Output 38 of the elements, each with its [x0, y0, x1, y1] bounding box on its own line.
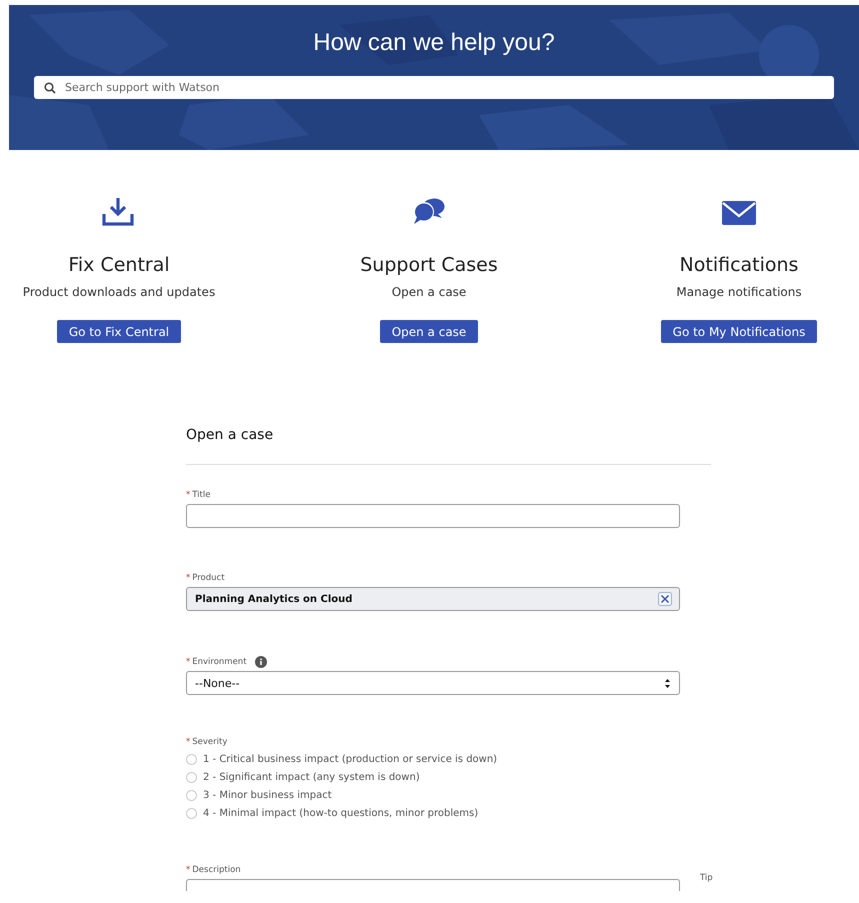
search-icon [44, 82, 56, 94]
card-title: Fix Central [68, 254, 170, 276]
radio-label: 3 - Minor business impact [203, 790, 332, 800]
card-title: Support Cases [360, 254, 498, 276]
required-mark: * [186, 490, 190, 500]
card-title: Notifications [680, 254, 798, 276]
sort-arrows-icon [664, 678, 671, 688]
radio-button[interactable] [186, 790, 197, 800]
field-label: Title [192, 490, 210, 500]
card-button[interactable]: Open a case [380, 320, 478, 343]
field-label: Product [192, 573, 225, 583]
card-button[interactable]: Go to Fix Central [56, 320, 182, 343]
product-field[interactable]: Planning Analytics on Cloud [186, 587, 680, 611]
radio-label: 4 - Minimal impact (how-to questions, minor problems) [203, 808, 478, 818]
card-button[interactable]: Go to My Notifications [660, 320, 818, 343]
required-mark: * [186, 865, 190, 875]
card-subtitle: Manage notifications [676, 285, 802, 299]
radio-button[interactable] [186, 772, 197, 782]
card-subtitle: Open a case [392, 285, 466, 299]
radio-label: 1 - Critical business impact (production or service is down) [203, 754, 498, 764]
search-field[interactable]: Search support with Watson [34, 76, 834, 99]
environment-select[interactable]: --None-- [186, 671, 680, 695]
tip-label: Tip [700, 873, 713, 883]
required-mark: * [186, 657, 190, 667]
clear-icon [658, 592, 672, 606]
form-title: Open a case [186, 427, 711, 465]
radio-button[interactable] [186, 808, 197, 818]
title-input[interactable] [186, 504, 680, 528]
description-field[interactable] [186, 879, 680, 891]
required-mark: * [186, 737, 190, 747]
radio-button[interactable] [186, 754, 197, 764]
field-label: Environment [192, 657, 247, 667]
required-mark: * [186, 573, 190, 583]
radio-label: 2 - Significant impact (any system is down) [203, 772, 420, 782]
page-heading: How can we help you? [313, 29, 555, 57]
card-subtitle: Product downloads and updates [22, 285, 216, 299]
field-label: Severity [192, 737, 228, 747]
field-label: Description [192, 865, 241, 875]
